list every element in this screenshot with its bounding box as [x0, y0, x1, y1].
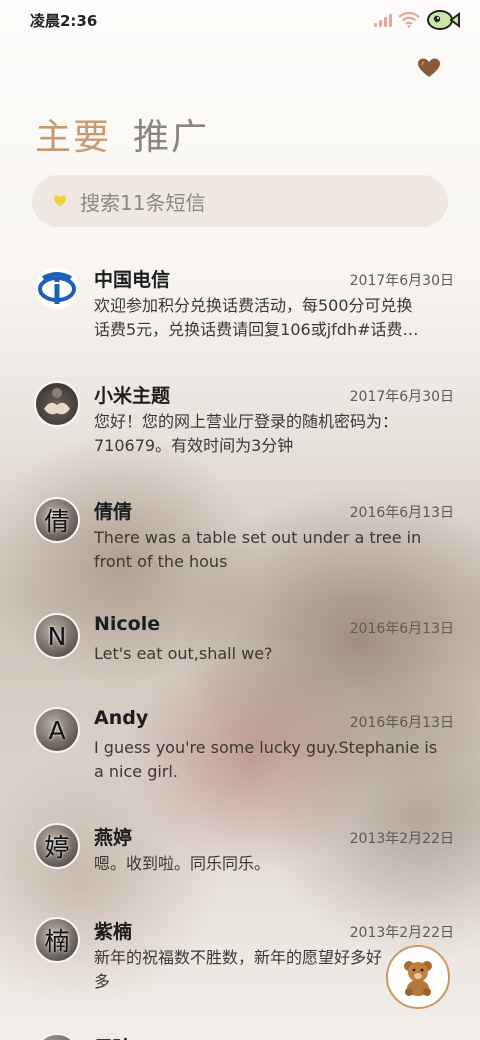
teddy-bear-icon [404, 961, 432, 996]
wifi-icon [398, 12, 420, 28]
tab-promotion[interactable]: 推广 [133, 108, 209, 160]
message-item[interactable]: 婷 子玲 [0, 1023, 480, 1040]
avatar-letter: 婷 [34, 1033, 80, 1040]
message-date: 2016年6月13日 [349, 621, 454, 637]
heart-small-icon [54, 195, 66, 207]
avatar-telecom [34, 265, 80, 311]
message-date: 2016年6月13日 [349, 505, 454, 521]
avatar-letter: N [34, 613, 80, 659]
contact-name: 子玲 [94, 1033, 132, 1040]
message-item[interactable]: 中国电信 2017年6月30日 欢迎参加积分兑换话费活动，每500分可兑换 话费… [0, 255, 480, 365]
contact-name: 小米主题 [94, 385, 171, 407]
status-time: 凌晨2:36 [30, 12, 98, 30]
contact-name: Nicole [94, 613, 161, 635]
message-preview: I guess you're some lucky guy.Stephanie … [94, 738, 438, 781]
status-icons [374, 9, 460, 31]
message-item[interactable]: 倩 倩倩 2016年6月13日 There was a table set ou… [0, 487, 480, 597]
message-preview: 您好！您的网上营业厅登录的随机密码为： 710679。有效时间为3分钟 [94, 412, 399, 455]
message-preview: Let's eat out,shall we? [94, 644, 273, 663]
message-item[interactable]: N Nicole 2016年6月13日 Let's eat out,shall … [0, 603, 480, 691]
message-preview: 嗯。收到啦。同乐同乐。 [94, 854, 271, 873]
china-telecom-logo-icon [38, 272, 76, 304]
status-bar: 凌晨2:36 [0, 0, 480, 40]
avatar-letter: 楠 [34, 917, 80, 963]
contact-name: 燕婷 [94, 827, 133, 849]
message-preview: There was a table set out under a tree i… [94, 528, 422, 571]
search-bar[interactable]: 搜索11条短信 [32, 175, 448, 227]
avatar-letter: 婷 [34, 823, 80, 869]
message-preview: 欢迎参加积分兑换话费活动，每500分可兑换 话费5元，兑换话费请回复106或jf… [94, 296, 419, 339]
contact-name: Andy [94, 707, 149, 729]
message-item[interactable]: A Andy 2016年6月13日 I guess you're some lu… [0, 697, 480, 807]
contact-name: 中国电信 [94, 269, 171, 291]
message-item[interactable]: 小米主题 2017年6月30日 您好！您的网上营业厅登录的随机密码为： 7106… [0, 371, 480, 481]
avatar-letter: A [34, 707, 80, 753]
tab-primary[interactable]: 主要 [35, 108, 111, 160]
teddy-bear-fab[interactable] [386, 945, 450, 1009]
message-date: 2017年6月30日 [349, 389, 454, 405]
message-preview: 新年的祝福数不胜数，新年的愿望好多好多 新年的问候依旧美好，在这个温馨的时刻 [94, 948, 383, 991]
avatar-photo [34, 381, 80, 427]
hands-heart-photo-icon [44, 388, 70, 415]
message-date: 2016年6月13日 [349, 715, 454, 731]
contact-name: 倩倩 [94, 501, 133, 523]
message-item[interactable]: 婷 燕婷 2013年2月22日 嗯。收到啦。同乐同乐。 [0, 813, 480, 901]
heart-icon[interactable] [418, 58, 440, 78]
message-date: 2013年2月22日 [349, 831, 454, 847]
tab-bar: 主要 推广 [35, 108, 209, 160]
message-date: 2013年2月22日 [349, 925, 454, 941]
fish-icon [427, 10, 460, 30]
signal-icon [374, 13, 392, 27]
search-placeholder: 搜索11条短信 [80, 190, 206, 215]
avatar-letter: 倩 [34, 497, 80, 543]
message-date: 2017年6月30日 [349, 273, 454, 289]
contact-name: 紫楠 [94, 921, 133, 943]
